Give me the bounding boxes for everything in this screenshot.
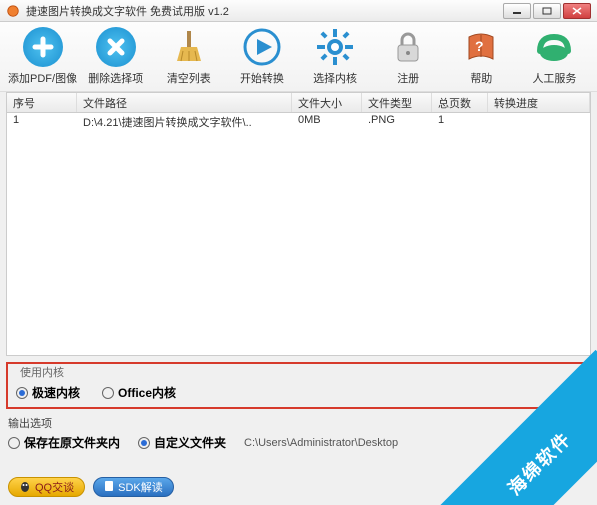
kernel-office-radio[interactable]: Office内核: [102, 384, 176, 401]
close-button[interactable]: [563, 3, 591, 19]
output-path-text: C:\Users\Administrator\Desktop: [244, 437, 398, 449]
radio-label: 保存在原文件夹内: [24, 434, 120, 451]
output-same-folder-radio[interactable]: 保存在原文件夹内: [8, 434, 120, 451]
gear-icon: [315, 27, 355, 67]
button-label: SDK解读: [118, 479, 163, 495]
button-label: QQ交谈: [35, 479, 74, 495]
footer-bar: QQ交谈 SDK解读: [8, 477, 174, 497]
window-title: 捷速图片转换成文字软件 免费试用版 v1.2: [26, 3, 503, 19]
lock-icon: [388, 27, 428, 67]
toolbar-label: 添加PDF/图像: [8, 70, 77, 86]
broom-icon: [169, 27, 209, 67]
qq-icon: [19, 480, 31, 495]
col-pages[interactable]: 总页数: [432, 93, 488, 112]
plus-icon: [23, 27, 63, 67]
toolbar-label: 删除选择项: [88, 70, 143, 86]
col-index[interactable]: 序号: [7, 93, 77, 112]
radio-icon: [102, 387, 114, 399]
radio-label: Office内核: [118, 384, 176, 401]
kernel-fast-radio[interactable]: 极速内核: [16, 384, 80, 401]
clear-list-button[interactable]: 清空列表: [155, 27, 223, 86]
radio-icon: [138, 437, 150, 449]
radio-label: 极速内核: [32, 384, 80, 401]
maximize-button[interactable]: [533, 3, 561, 19]
book-icon: ?: [461, 27, 501, 67]
output-group-label: 输出选项: [8, 415, 589, 431]
main-toolbar: 添加PDF/图像 删除选择项 清空列表 开始转换 选择内核 注册 ? 帮助: [0, 22, 597, 92]
cell-progress: [488, 113, 590, 131]
toolbar-label: 人工服务: [532, 70, 576, 86]
col-size[interactable]: 文件大小: [292, 93, 362, 112]
file-list-table: 序号 文件路径 文件大小 文件类型 总页数 转换进度 1 D:\4.21\捷速图…: [6, 92, 591, 356]
toolbar-label: 开始转换: [240, 70, 284, 86]
minimize-button[interactable]: [503, 3, 531, 19]
doc-icon: [104, 480, 114, 495]
start-convert-button[interactable]: 开始转换: [228, 27, 296, 86]
remove-selected-button[interactable]: 删除选择项: [82, 27, 150, 86]
toolbar-label: 帮助: [470, 70, 492, 86]
cell-size: 0MB: [292, 113, 362, 131]
select-engine-button[interactable]: 选择内核: [301, 27, 369, 86]
cell-type: .PNG: [362, 113, 432, 131]
app-icon: [6, 4, 20, 18]
cell-index: 1: [7, 113, 77, 131]
help-button[interactable]: ? 帮助: [447, 27, 515, 86]
radio-label: 自定义文件夹: [154, 434, 226, 451]
kernel-group-label: 使用内核: [16, 364, 68, 380]
title-bar: 捷速图片转换成文字软件 免费试用版 v1.2: [0, 0, 597, 22]
cell-path: D:\4.21\捷速图片转换成文字软件\..: [77, 113, 292, 131]
customer-service-button[interactable]: 人工服务: [520, 27, 588, 86]
phone-icon: [534, 27, 574, 67]
output-custom-folder-radio[interactable]: 自定义文件夹: [138, 434, 226, 451]
col-path[interactable]: 文件路径: [77, 93, 292, 112]
toolbar-label: 注册: [397, 70, 419, 86]
radio-icon: [8, 437, 20, 449]
window-controls: [503, 3, 591, 19]
col-progress[interactable]: 转换进度: [488, 93, 590, 112]
col-type[interactable]: 文件类型: [362, 93, 432, 112]
toolbar-label: 清空列表: [167, 70, 211, 86]
kernel-group-highlighted: 使用内核 极速内核 Office内核: [6, 362, 591, 409]
qq-chat-button[interactable]: QQ交谈: [8, 477, 85, 497]
radio-icon: [16, 387, 28, 399]
table-row[interactable]: 1 D:\4.21\捷速图片转换成文字软件\.. 0MB .PNG 1: [7, 113, 590, 131]
play-icon: [242, 27, 282, 67]
add-pdf-image-button[interactable]: 添加PDF/图像: [9, 27, 77, 86]
register-button[interactable]: 注册: [374, 27, 442, 86]
svg-text:?: ?: [475, 38, 484, 54]
x-icon: [96, 27, 136, 67]
sdk-doc-button[interactable]: SDK解读: [93, 477, 174, 497]
output-section: 输出选项 保存在原文件夹内 自定义文件夹 C:\Users\Administra…: [8, 415, 589, 451]
cell-pages: 1: [432, 113, 488, 131]
toolbar-label: 选择内核: [313, 70, 357, 86]
table-header: 序号 文件路径 文件大小 文件类型 总页数 转换进度: [7, 93, 590, 113]
